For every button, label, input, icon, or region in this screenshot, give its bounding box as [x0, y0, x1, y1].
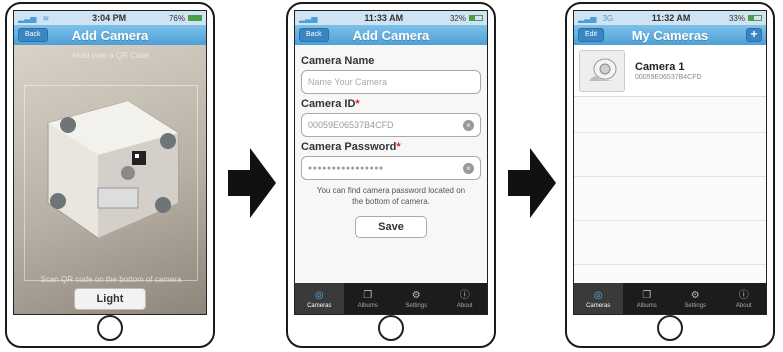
- settings-icon: ⚙: [411, 289, 421, 301]
- tutorial-stage: ▂▃▅ ≋ 3:04 PM 76% Back Add Camera Hold ov…: [0, 0, 783, 352]
- tab-bar: ◎ Cameras ❐ Albums ⚙ Settings ⓘ About: [574, 283, 767, 314]
- camera-device-image: [47, 100, 179, 239]
- tab-about[interactable]: ⓘ About: [720, 283, 767, 314]
- tab-albums[interactable]: ❐ Albums: [623, 283, 672, 314]
- albums-icon: ❐: [642, 289, 652, 301]
- battery-percent: 76%: [168, 13, 185, 23]
- nav-title: My Cameras: [631, 27, 709, 43]
- tab-about[interactable]: ⓘ About: [441, 283, 488, 314]
- camera-viewfinder[interactable]: Hold over a QR Code Scan QR code on the …: [14, 45, 206, 314]
- camera-id: 00059E06537B4CFD: [635, 73, 702, 81]
- nav-bar: Edit My Cameras +: [574, 25, 766, 45]
- wifi-icon: ≋: [42, 13, 50, 23]
- camera-name: Camera 1: [635, 60, 685, 73]
- camera-list: Camera 1 00059E06537B4CFD: [574, 45, 766, 302]
- battery-percent: 32%: [449, 13, 466, 23]
- carrier-label: 3G: [602, 13, 614, 23]
- edit-button[interactable]: Edit: [578, 28, 605, 42]
- camera-id-label-row: Camera ID*: [301, 98, 481, 110]
- phone-screen: ▂▃▅ ≋ 3:04 PM 76% Back Add Camera Hold ov…: [13, 10, 207, 315]
- status-time: 3:04 PM: [92, 13, 127, 23]
- tab-settings[interactable]: ⚙ Settings: [392, 283, 441, 314]
- camera-id-value: 00059E06537B4CFD: [308, 120, 394, 130]
- camera-name-placeholder: Name Your Camera: [308, 77, 388, 87]
- back-button[interactable]: Back: [18, 28, 48, 42]
- scan-hint-top: Hold over a QR Code: [72, 51, 150, 60]
- status-bar: ▂▃▅ ≋ 3:04 PM 76%: [14, 11, 206, 25]
- battery-percent: 33%: [728, 13, 745, 23]
- phone-scan-qr: ▂▃▅ ≋ 3:04 PM 76% Back Add Camera Hold ov…: [5, 2, 215, 348]
- arrow-right-icon: [228, 148, 276, 218]
- status-time: 11:32 AM: [651, 13, 691, 23]
- phone-my-cameras: ▂▃▅ 3G 11:32 AM 33% Edit My Cameras + Ca…: [565, 2, 775, 348]
- camera-id-input[interactable]: 00059E06537B4CFD ×: [301, 113, 481, 137]
- albums-icon: ❐: [363, 289, 373, 301]
- clear-icon[interactable]: ×: [463, 162, 474, 174]
- home-button[interactable]: [657, 315, 683, 341]
- nav-title: Add Camera: [71, 27, 149, 43]
- clear-icon[interactable]: ×: [463, 119, 474, 131]
- nav-bar: Back Add Camera: [14, 25, 206, 45]
- camera-password-label: Camera Password: [301, 141, 397, 153]
- tab-settings[interactable]: ⚙ Settings: [671, 283, 720, 314]
- required-mark: *: [396, 141, 401, 153]
- battery-icon: [187, 15, 202, 21]
- phone-screen: ▂▃▅ 11:33 AM 32% Back Add Camera Camera …: [294, 10, 488, 315]
- save-button[interactable]: Save: [355, 216, 427, 238]
- required-mark: *: [355, 98, 360, 110]
- camera-thumbnail: [579, 49, 625, 92]
- home-button[interactable]: [378, 315, 404, 341]
- info-icon: ⓘ: [738, 289, 749, 301]
- camera-icon: [589, 58, 617, 81]
- camera-id-label: Camera ID: [301, 98, 356, 110]
- status-bar: ▂▃▅ 11:33 AM 32%: [295, 11, 487, 25]
- status-bar: ▂▃▅ 3G 11:32 AM 33%: [574, 11, 766, 25]
- nav-bar: Back Add Camera: [295, 25, 487, 45]
- arrow-right-icon: [508, 148, 556, 218]
- phone-add-camera-form: ▂▃▅ 11:33 AM 32% Back Add Camera Camera …: [286, 2, 496, 348]
- status-time: 11:33 AM: [364, 13, 404, 23]
- camera-icon: ◎: [593, 289, 603, 301]
- add-camera-button[interactable]: +: [746, 28, 762, 42]
- battery-icon: [748, 15, 762, 21]
- light-button[interactable]: Light: [74, 288, 146, 310]
- tab-albums[interactable]: ❐ Albums: [344, 283, 393, 314]
- camera-password-value: ●●●●●●●●●●●●●●●●: [308, 164, 384, 172]
- signal-icon: ▂▃▅: [299, 13, 318, 23]
- home-button[interactable]: [97, 315, 123, 341]
- phone-screen: ▂▃▅ 3G 11:32 AM 33% Edit My Cameras + Ca…: [573, 10, 767, 315]
- camera-icon: ◎: [314, 289, 324, 301]
- camera-password-label-row: Camera Password*: [301, 141, 481, 153]
- settings-icon: ⚙: [690, 289, 700, 301]
- list-item[interactable]: Camera 1 00059E06537B4CFD: [574, 45, 766, 97]
- signal-icon: ▂▃▅: [578, 13, 597, 23]
- scan-hint-bottom: Scan QR code on the bottom of camera: [40, 275, 182, 284]
- signal-icon: ▂▃▅: [18, 13, 37, 23]
- battery-icon: [468, 15, 483, 21]
- camera-name-input[interactable]: Name Your Camera: [301, 70, 481, 94]
- nav-title: Add Camera: [352, 27, 430, 43]
- tab-cameras[interactable]: ◎ Cameras: [295, 283, 344, 314]
- password-help-text: You can find camera password located on …: [316, 186, 466, 206]
- tab-cameras[interactable]: ◎ Cameras: [574, 283, 623, 314]
- tab-bar: ◎ Cameras ❐ Albums ⚙ Settings ⓘ About: [295, 283, 488, 314]
- info-icon: ⓘ: [459, 289, 470, 301]
- camera-password-input[interactable]: ●●●●●●●●●●●●●●●● ×: [301, 156, 481, 180]
- add-camera-form: Camera Name Name Your Camera Camera ID* …: [295, 45, 487, 302]
- camera-name-label: Camera Name: [301, 55, 375, 67]
- back-button[interactable]: Back: [299, 28, 329, 42]
